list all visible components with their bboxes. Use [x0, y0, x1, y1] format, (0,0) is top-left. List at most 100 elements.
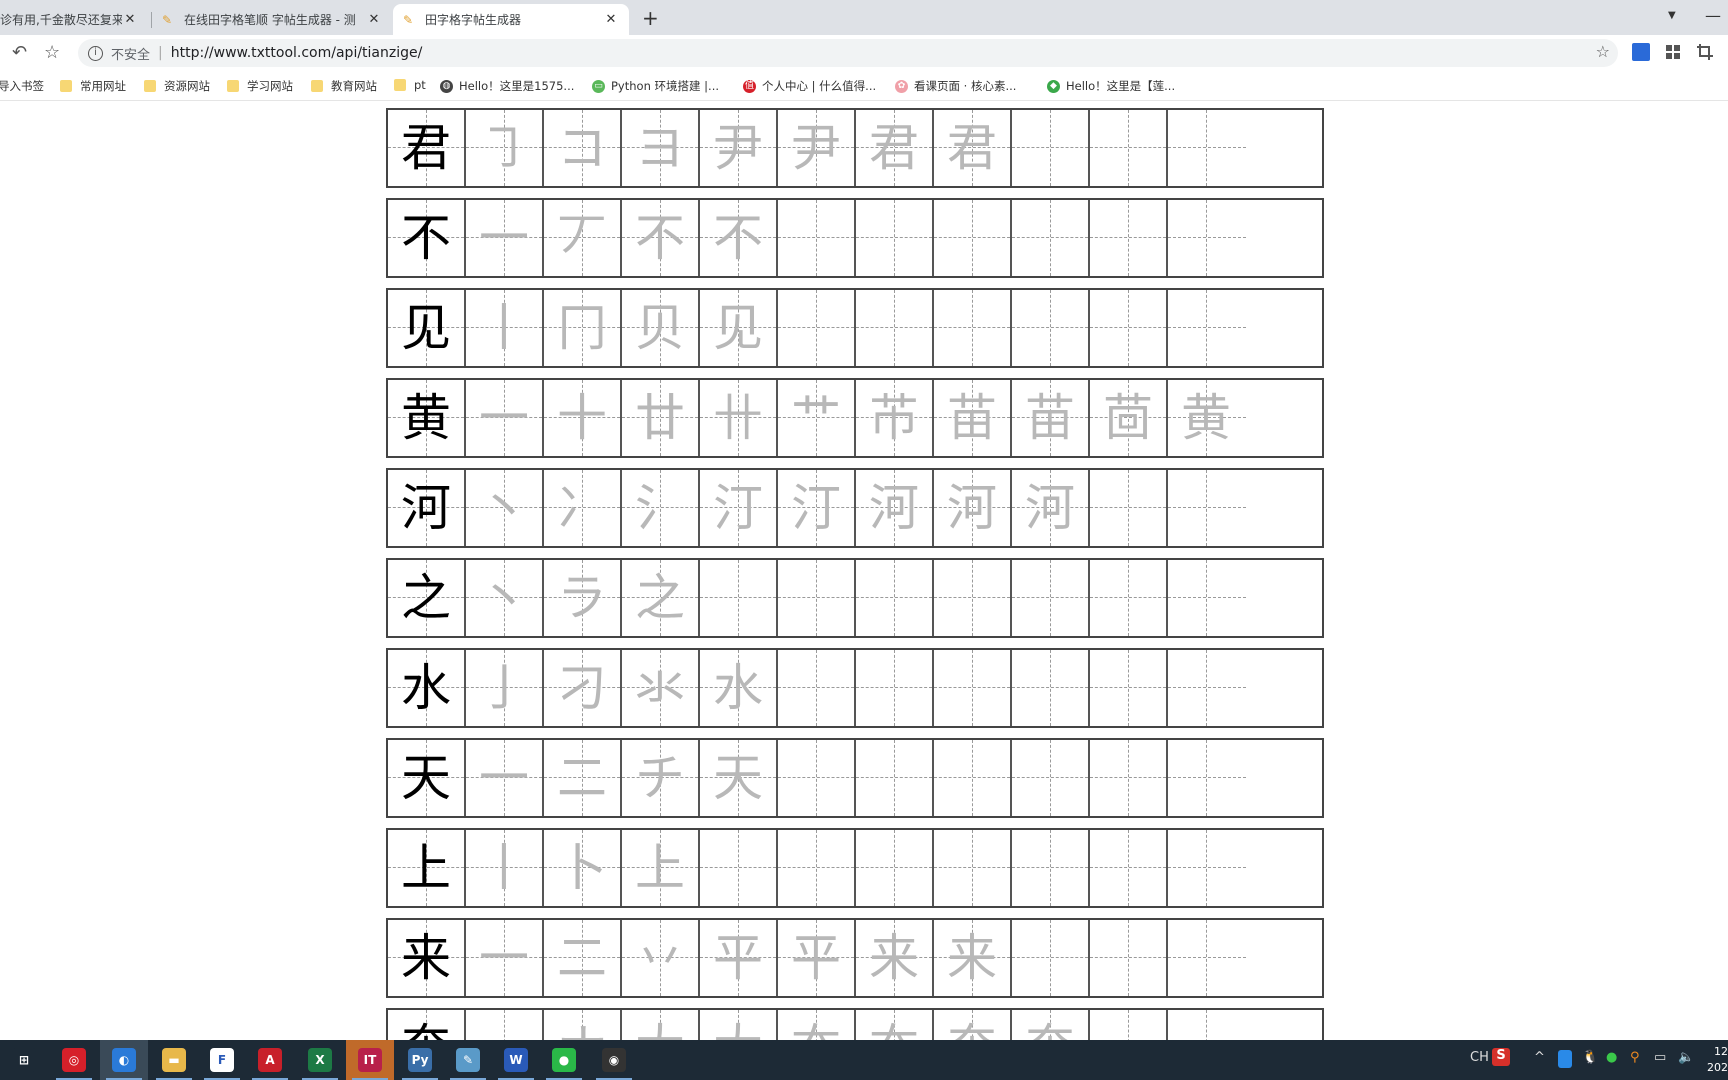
stroke-order-cell: 大 [700, 1010, 778, 1040]
show-hidden-icons-chevron[interactable]: ^ [1534, 1050, 1545, 1065]
taskbar-app-netease-music[interactable]: ◎ [50, 1040, 98, 1080]
volume-icon[interactable]: 🔈 [1678, 1050, 1694, 1065]
stroke-order-cell [1168, 1010, 1246, 1040]
bookmark-link[interactable]: 值个人中心 | 什么值得... [743, 78, 876, 94]
stroke-step-character: 十 [557, 389, 607, 447]
bookmark-folder[interactable]: pt [394, 78, 426, 92]
bookmark-link[interactable]: ▭ Python 环境搭建 |... [592, 78, 719, 94]
search-tray-icon[interactable]: ⚲ [1630, 1050, 1640, 1065]
taskbar-app-typora[interactable]: F [198, 1040, 246, 1080]
tab-search-icon[interactable]: ▼ [1668, 10, 1676, 21]
bookmark-folder[interactable]: 教育网站 [311, 78, 377, 94]
stroke-order-cell [1090, 650, 1168, 726]
taskbar-app-python-file[interactable]: Py [396, 1040, 444, 1080]
ime-indicator[interactable]: CH [1470, 1050, 1489, 1065]
stroke-step-character: 贝 [635, 299, 685, 357]
empty-practice-slot [934, 560, 1010, 636]
stroke-order-cell: 丶 [466, 470, 544, 546]
stroke-step-character: 汀 [791, 479, 841, 537]
stroke-order-cell: 君 [856, 110, 934, 186]
stroke-order-cell: 水 [700, 650, 778, 726]
bookmark-link[interactable]: ✿ 看课页面 · 核心素... [895, 78, 1016, 94]
taskbar-app-word[interactable]: W [492, 1040, 540, 1080]
info-icon[interactable]: i [88, 45, 103, 61]
bookmark-folder[interactable]: 资源网站 [144, 78, 210, 94]
model-character: 水 [401, 659, 451, 717]
bookmark-link[interactable]: ◆ Hello！这里是【莲... [1047, 78, 1175, 94]
stroke-step-character: 一 [466, 1010, 542, 1040]
bookmark-import[interactable]: 导入书签 [0, 78, 44, 94]
tab-2[interactable]: ✎ 在线田字格笔顺 字帖生成器 - 测 ✕ [152, 4, 392, 35]
empty-practice-slot [1090, 290, 1166, 366]
stroke-order-cell: 丶 [466, 560, 544, 636]
taskbar-app-file-explorer[interactable]: ▬ [150, 1040, 198, 1080]
bookmark-folder[interactable]: 常用网址 [60, 78, 126, 94]
folder-icon [394, 79, 406, 91]
obs-icon: ◉ [602, 1048, 626, 1072]
taskbar-app-browser[interactable]: ◐ [100, 1040, 148, 1080]
stroke-step-character: ㇆ [479, 119, 529, 177]
wechat-tray-icon[interactable]: ● [1606, 1050, 1617, 1065]
model-character-cell: 之 [388, 560, 466, 636]
tab-1[interactable]: 诊有用,千金散尽还复来 ✕ [0, 4, 148, 35]
empty-practice-slot [1012, 830, 1088, 906]
stroke-order-cell [1090, 830, 1168, 906]
new-tab-button[interactable]: + [642, 6, 659, 30]
stroke-step-character: 冂 [557, 299, 607, 357]
bookmark-label: pt [414, 78, 426, 92]
close-icon[interactable]: ✕ [122, 12, 138, 27]
practice-row: 不一丆不不 [386, 198, 1324, 278]
taskbar-app-excel[interactable]: X [296, 1040, 344, 1080]
close-icon[interactable]: ✕ [366, 12, 382, 27]
empty-practice-slot [1168, 1010, 1244, 1040]
stroke-order-cell [856, 290, 934, 366]
apps-grid-icon[interactable] [1664, 43, 1682, 61]
taskbar-app-notepad[interactable]: ✎ [444, 1040, 492, 1080]
undo-icon[interactable]: ↶ [12, 42, 27, 63]
stroke-step-character: 卜 [557, 839, 607, 897]
practice-row: 见丨冂贝见 [386, 288, 1324, 368]
empty-practice-slot [1168, 740, 1244, 816]
url-text[interactable]: http://www.txttool.com/api/tianzige/ [171, 45, 423, 61]
bookmark-folder[interactable]: 学习网站 [227, 78, 293, 94]
stroke-order-cell [1168, 920, 1246, 996]
qq-icon[interactable]: 🐧 [1582, 1050, 1598, 1065]
address-bar[interactable]: i 不安全 | http://www.txttool.com/api/tianz… [78, 39, 1618, 67]
taskbar-app-task-view[interactable]: ⊞ [0, 1040, 48, 1080]
empty-practice-slot [1012, 290, 1088, 366]
model-character-cell: 来 [388, 920, 466, 996]
stroke-order-cell: 二 [544, 740, 622, 816]
stroke-step-character: 二 [557, 929, 607, 987]
stroke-step-character: 奔 [934, 1010, 1010, 1040]
clock-time: 12 [1714, 1045, 1728, 1058]
bookmark-link[interactable]: ◍ Hello！这里是1575... [440, 78, 574, 94]
minimize-icon[interactable]: — [1705, 6, 1721, 25]
crop-icon[interactable] [1696, 43, 1714, 61]
taskbar-app-app-it[interactable]: IT [346, 1040, 394, 1080]
tab-title: 在线田字格笔顺 字帖生成器 - 测 [184, 13, 356, 27]
tray-app-icon[interactable] [1558, 1050, 1572, 1068]
extension-bookmark-icon[interactable] [1632, 43, 1650, 61]
model-character: 天 [401, 749, 451, 807]
stroke-order-cell [1168, 740, 1246, 816]
empty-practice-slot [1012, 110, 1088, 186]
stroke-step-character: 艹 [791, 389, 841, 447]
stroke-order-cell: 大 [622, 1010, 700, 1040]
taskbar-app-obs[interactable]: ◉ [590, 1040, 638, 1080]
stroke-step-character: ナ [544, 1010, 620, 1040]
tab-3-active[interactable]: ✎ 田字格字帖生成器 ✕ [393, 4, 629, 35]
stroke-order-cell: 贝 [622, 290, 700, 366]
empty-practice-slot [856, 740, 932, 816]
taskbar-app-acrobat[interactable]: A [246, 1040, 294, 1080]
sogou-ime-icon[interactable]: S [1492, 1048, 1510, 1066]
stroke-order-cell: 艹 [778, 380, 856, 456]
stroke-order-cell [934, 200, 1012, 276]
network-icon[interactable]: ▭ [1654, 1050, 1666, 1065]
star-icon[interactable]: ☆ [1596, 42, 1610, 61]
system-clock[interactable]: 12 202 [1707, 1044, 1728, 1076]
bookmark-star-icon[interactable]: ☆ [44, 42, 60, 63]
stroke-order-cell: 汀 [700, 470, 778, 546]
taskbar-app-wechat[interactable]: ● [540, 1040, 588, 1080]
bookmark-label: 资源网站 [164, 79, 210, 93]
close-icon[interactable]: ✕ [603, 12, 619, 27]
